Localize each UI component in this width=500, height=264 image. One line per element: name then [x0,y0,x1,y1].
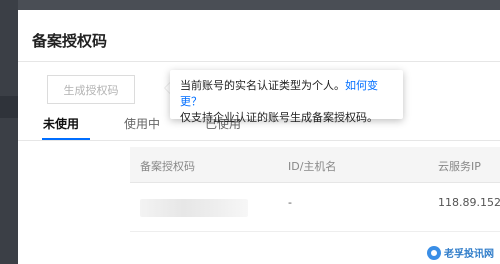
watermark-text: 老孚投讯网 [444,249,494,260]
tooltip-text-2: 仅支持企业认证的账号生成备案授权码。 [180,111,378,124]
tooltip-text-1: 当前账号的实名认证类型为个人。 [180,79,345,92]
redacted-auth-code [140,199,248,217]
cell-id-host: - [288,196,292,209]
column-header-id-host: ID/主机名 [288,160,337,173]
tab-unused[interactable]: 未使用 [43,115,79,132]
background-sidebar [0,0,18,264]
background-top-bar [0,0,500,10]
column-header-auth-code: 备案授权码 [140,160,195,173]
tab-in-use[interactable]: 使用中 [124,115,160,132]
generate-auth-code-button[interactable]: 生成授权码 [47,75,135,104]
title-divider [18,61,500,62]
tooltip-line-1: 当前账号的实名认证类型为个人。如何变更？ [180,78,393,110]
dialog-title: 备案授权码 [32,32,108,50]
row-divider [130,231,500,232]
watermark: 老孚投讯网 [427,245,494,260]
auth-type-tooltip: 当前账号的实名认证类型为个人。如何变更？ 仅支持企业认证的账号生成备案授权码。 [170,70,403,124]
cell-cloud-ip: 118.89.152.1 [438,196,500,209]
tabs-divider [18,140,500,141]
table-header: 备案授权码 ID/主机名 云服务IP [130,147,500,183]
watermark-logo-icon [427,245,441,260]
auth-code-dialog: 备案授权码 生成授权码 未使用 使用中 已使用 备案授权码 ID/主机名 云服务… [18,10,500,264]
background-sidebar-band [0,96,18,118]
column-header-cloud-ip: 云服务IP [438,160,481,173]
